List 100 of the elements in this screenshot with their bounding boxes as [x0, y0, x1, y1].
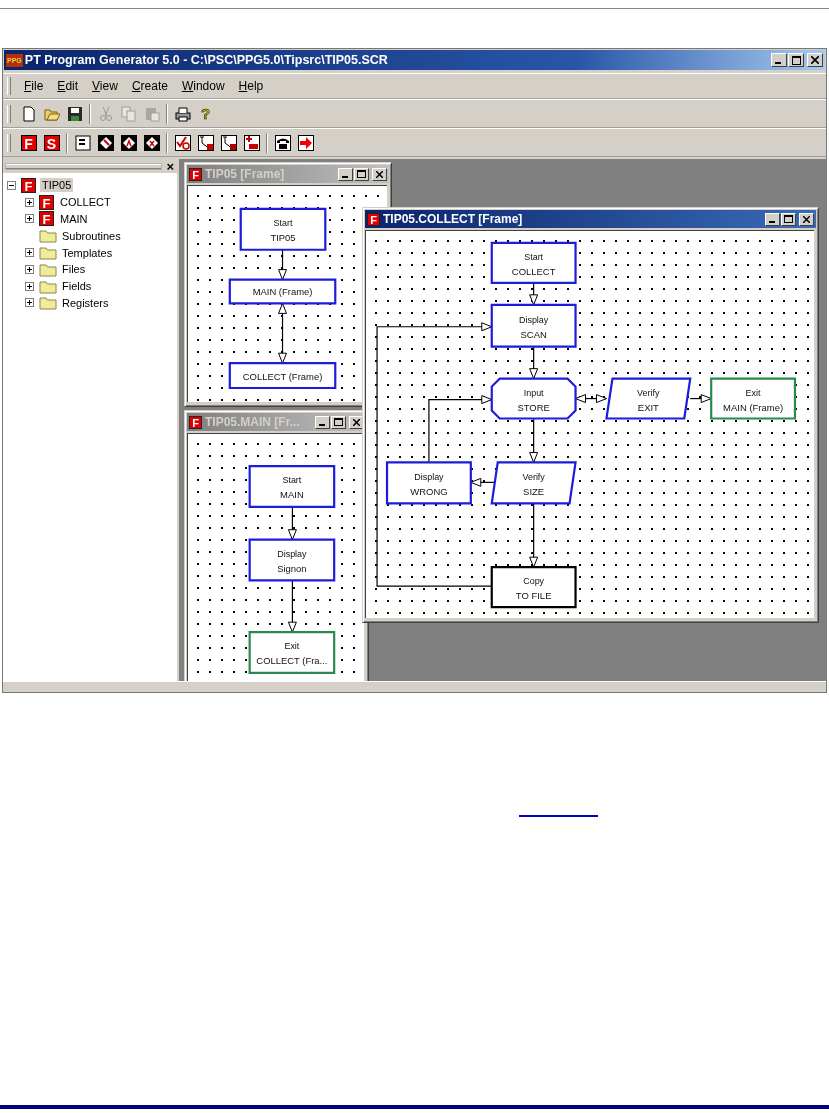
connector-arrow — [529, 502, 539, 568]
diamond-icon — [143, 134, 160, 151]
checkmark-icon — [174, 134, 191, 151]
close-button[interactable]: × — [166, 159, 174, 173]
menu-item[interactable]: Window — [174, 77, 232, 95]
close-button[interactable] — [799, 212, 814, 226]
scissors-icon — [97, 105, 114, 122]
node-label: Start TIP05 — [270, 218, 296, 244]
flowchart-node[interactable] — [605, 377, 692, 420]
add-list-icon — [243, 134, 260, 151]
flowchart-node[interactable] — [248, 464, 336, 508]
menu-item[interactable]: Help — [231, 77, 271, 95]
window-title: TIP05 [Frame] — [205, 167, 285, 181]
flowchart-node[interactable] — [248, 538, 336, 582]
frame-icon: F — [39, 211, 54, 227]
frame-icon: F — [189, 167, 202, 181]
connector-icon — [197, 134, 214, 151]
expand-toggle[interactable] — [25, 281, 34, 291]
connector-arrow — [529, 346, 539, 380]
node-label: Exit MAIN (Frame) — [723, 387, 784, 413]
connector-arrow — [689, 394, 712, 404]
folder-icon — [39, 245, 57, 261]
frame-icon: F — [21, 177, 36, 193]
minimize-button[interactable] — [771, 53, 787, 67]
close-button[interactable] — [372, 167, 387, 181]
flowchart-node[interactable] — [490, 461, 577, 505]
tree-item[interactable]: Subroutines — [60, 228, 123, 243]
expand-toggle[interactable] — [25, 214, 34, 224]
connector-arrow — [574, 394, 608, 404]
maximize-button[interactable] — [788, 53, 804, 67]
copy-icon — [120, 105, 137, 122]
flowchart-node[interactable] — [710, 377, 797, 420]
diamond-icon — [120, 134, 137, 151]
menu-item[interactable]: Create — [124, 77, 175, 95]
expand-toggle[interactable] — [25, 248, 34, 258]
minimize-button[interactable] — [315, 415, 330, 429]
window-title: PT Program Generator 5.0 - C:\PSC\PPG5.0\Tipsrc\TIP05.SCR — [24, 53, 388, 67]
maximize-icon — [334, 418, 343, 426]
flowchart-node[interactable] — [490, 241, 577, 284]
node-label: Exit COLLECT (Fra... — [256, 641, 328, 667]
maximize-button[interactable] — [781, 212, 796, 226]
maximize-icon — [357, 170, 366, 178]
form-icon — [74, 134, 91, 151]
node-label: COLLECT (Frame) — [242, 370, 323, 382]
tree-item[interactable]: MAIN — [58, 212, 90, 226]
node-label: Start COLLECT — [511, 251, 556, 277]
document-icon — [20, 105, 37, 122]
close-icon — [353, 418, 360, 426]
flowchart-node[interactable] — [385, 461, 472, 505]
node-label: Input STORE — [517, 387, 550, 413]
connector-arrow — [287, 506, 297, 541]
node-label: Start MAIN — [280, 475, 304, 501]
tree-item[interactable]: Fields — [60, 279, 94, 294]
connector-icon — [220, 134, 237, 151]
node-label: Verify EXIT — [637, 387, 660, 413]
tree-item[interactable]: TIP05 — [40, 178, 74, 193]
close-icon — [811, 56, 819, 64]
flowchart-node[interactable] — [490, 377, 577, 420]
tree-item[interactable]: Registers — [60, 295, 111, 310]
flowchart-node[interactable] — [248, 631, 336, 674]
frame-icon: F — [39, 194, 54, 210]
tree-item[interactable]: COLLECT — [58, 195, 113, 210]
menu-item[interactable]: Edit — [50, 77, 86, 95]
maximize-icon — [784, 215, 793, 223]
folder-icon — [39, 278, 57, 294]
menu-item[interactable]: View — [85, 77, 125, 95]
close-icon — [376, 170, 383, 178]
printer-icon — [174, 105, 191, 122]
expand-toggle[interactable] — [25, 298, 34, 308]
node-label: Display SCAN — [518, 314, 549, 340]
node-label: Verify SIZE — [522, 471, 545, 497]
connector-arrow — [278, 302, 287, 364]
flowchart-node[interactable] — [490, 566, 577, 609]
node-label: MAIN (Frame) — [252, 286, 313, 298]
expand-toggle[interactable] — [25, 264, 34, 274]
flowchart-node[interactable] — [228, 278, 337, 305]
node-label: Display Signon — [277, 549, 307, 574]
telephone-icon — [274, 134, 291, 151]
tree-item[interactable]: Files — [60, 262, 88, 277]
window-title: TIP05.COLLECT [Frame] — [383, 212, 523, 226]
expand-toggle[interactable] — [25, 197, 34, 207]
connector-arrow — [287, 579, 297, 633]
node-label: Copy TO FILE — [515, 576, 552, 602]
frame-icon: F — [367, 212, 380, 226]
maximize-icon — [791, 55, 801, 65]
tree-item[interactable]: Templates — [60, 245, 115, 260]
maximize-button[interactable] — [354, 167, 369, 181]
arrow-icon — [297, 134, 314, 151]
folder-icon — [39, 228, 57, 244]
expand-toggle[interactable] — [7, 180, 16, 190]
flowchart-node[interactable] — [228, 362, 337, 390]
flowchart-node[interactable] — [490, 303, 577, 348]
maximize-button[interactable] — [331, 415, 346, 429]
minimize-button[interactable] — [765, 212, 780, 226]
flowchart-node[interactable] — [239, 207, 327, 251]
menu-item[interactable]: File — [17, 77, 51, 95]
minimize-button[interactable] — [338, 167, 353, 181]
node-label: Display WRONG — [410, 471, 448, 497]
close-button[interactable] — [807, 53, 823, 67]
folder-icon — [39, 295, 57, 311]
